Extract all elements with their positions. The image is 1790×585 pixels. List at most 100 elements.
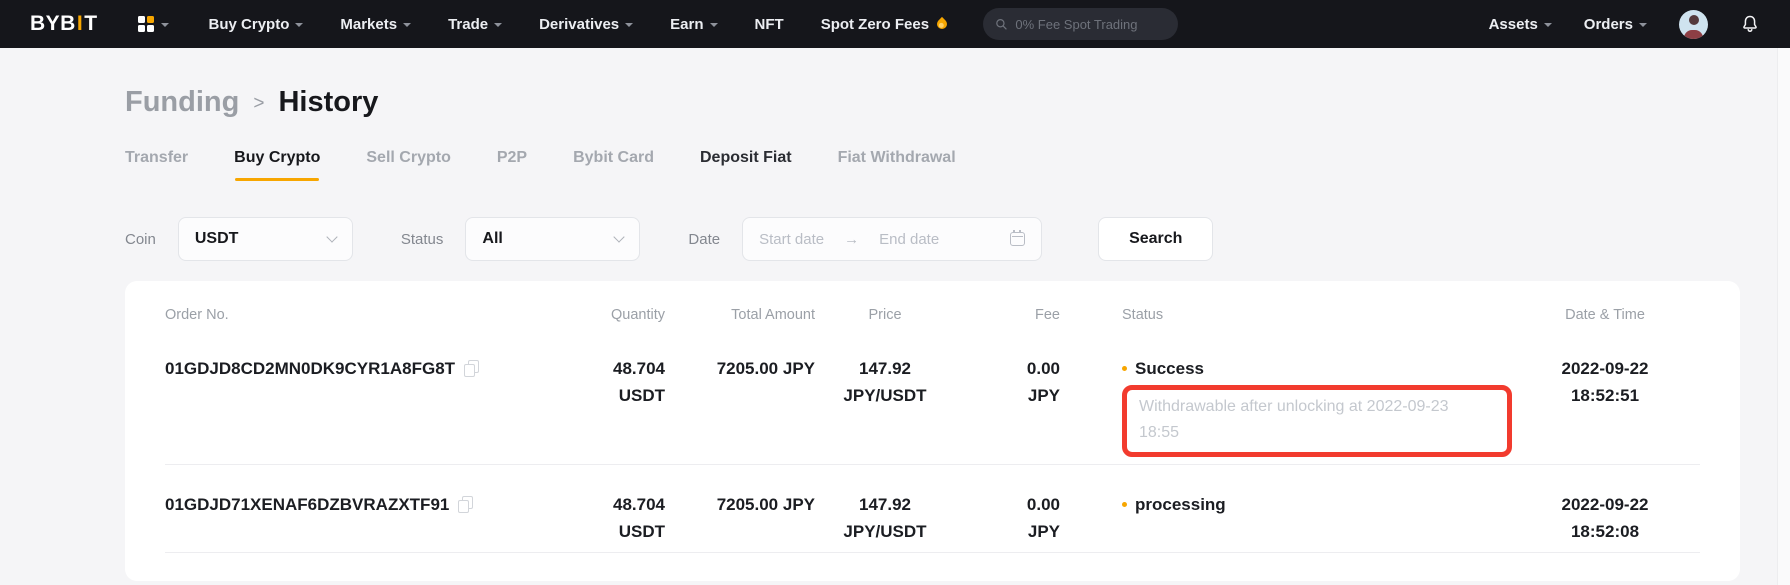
tab-fiat-withdrawal[interactable]: Fiat Withdrawal — [838, 149, 956, 181]
nav-label: Buy Crypto — [209, 16, 290, 33]
tab-transfer[interactable]: Transfer — [125, 149, 188, 181]
table-row: 01GDJD71XENAF6DZBVRAZXTF91 48.704 USDT 7… — [125, 465, 1740, 553]
nav-item-buy-crypto[interactable]: Buy Crypto — [209, 16, 304, 33]
total-amount-cell: 7205.00 JPY — [665, 355, 815, 382]
caret-down-icon — [625, 23, 633, 27]
bybit-logo[interactable]: BYBIT — [30, 12, 98, 36]
nav-item-spot-zero-fees[interactable]: Spot Zero Fees — [821, 16, 947, 33]
nav-label: Assets — [1489, 16, 1538, 33]
nav-label: Markets — [340, 16, 397, 33]
breadcrumb-funding[interactable]: Funding — [125, 86, 239, 119]
breadcrumb: Funding > History — [125, 86, 1740, 119]
nav-label: Derivatives — [539, 16, 619, 33]
nav-item-earn[interactable]: Earn — [670, 16, 717, 33]
coin-filter-label: Coin — [125, 231, 156, 248]
nav-item-assets[interactable]: Assets — [1489, 16, 1552, 33]
tab-deposit-fiat[interactable]: Deposit Fiat — [700, 149, 792, 181]
quantity-cell: 48.704 USDT — [565, 355, 665, 409]
chevron-down-icon — [614, 231, 625, 242]
caret-down-icon — [1639, 23, 1647, 27]
header-status: Status — [1060, 307, 1510, 323]
quantity-cell: 48.704 USDT — [565, 491, 665, 545]
price-value: 147.92 — [815, 355, 955, 382]
caret-down-icon — [403, 23, 411, 27]
nav-item-derivatives[interactable]: Derivatives — [539, 16, 633, 33]
nav-search-input[interactable] — [1015, 17, 1166, 32]
nav-item-nft[interactable]: NFT — [755, 16, 784, 33]
nav-search-box[interactable] — [983, 8, 1178, 40]
order-no-value: 01GDJD71XENAF6DZBVRAZXTF91 — [165, 491, 449, 518]
range-arrow-icon: → — [844, 231, 859, 248]
price-unit: JPY/USDT — [815, 518, 955, 545]
status-filter-label: Status — [401, 231, 444, 248]
fee-unit: JPY — [955, 518, 1060, 545]
fee-value: 0.00 — [955, 491, 1060, 518]
copy-icon[interactable] — [464, 360, 479, 377]
tab-buy-crypto[interactable]: Buy Crypto — [234, 149, 320, 181]
tab-p2p[interactable]: P2P — [497, 149, 527, 181]
price-value: 147.92 — [815, 491, 955, 518]
table-header-row: Order No. Quantity Total Amount Price Fe… — [125, 281, 1740, 329]
date-value: 2022-09-22 — [1510, 491, 1700, 518]
nav-right: Assets Orders — [1489, 10, 1760, 39]
date-value: 2022-09-22 — [1510, 355, 1700, 382]
top-navbar: BYBIT Buy Crypto Markets Trade Derivativ… — [0, 0, 1790, 48]
nav-item-orders[interactable]: Orders — [1584, 16, 1647, 33]
header-price: Price — [815, 307, 955, 323]
filter-bar: Coin USDT Status All Date Start date → E… — [125, 217, 1740, 261]
search-button[interactable]: Search — [1098, 217, 1213, 261]
header-order-no: Order No. — [165, 307, 565, 323]
nav-label: NFT — [755, 16, 784, 33]
time-value: 18:52:08 — [1510, 518, 1700, 545]
nav-item-markets[interactable]: Markets — [340, 16, 411, 33]
history-tabs: Transfer Buy Crypto Sell Crypto P2P Bybi… — [125, 149, 1740, 181]
fee-value: 0.00 — [955, 355, 1060, 382]
tab-sell-crypto[interactable]: Sell Crypto — [366, 149, 450, 181]
total-amount-cell: 7205.00 JPY — [665, 491, 815, 518]
caret-down-icon — [710, 23, 718, 27]
page-content: Funding > History Transfer Buy Crypto Se… — [0, 86, 1790, 581]
calendar-icon — [1010, 232, 1025, 246]
page-title: History — [278, 86, 378, 119]
order-no-cell: 01GDJD8CD2MN0DK9CYR1A8FG8T — [165, 355, 565, 382]
header-date-time: Date & Time — [1510, 307, 1700, 323]
date-filter-label: Date — [688, 231, 720, 248]
date-time-cell: 2022-09-22 18:52:51 — [1510, 355, 1700, 409]
status-dot-icon — [1122, 502, 1127, 507]
status-select-value: All — [482, 230, 615, 248]
status-select[interactable]: All — [465, 217, 640, 261]
date-range-picker[interactable]: Start date → End date — [742, 217, 1042, 261]
price-unit: JPY/USDT — [815, 382, 955, 409]
start-date-placeholder: Start date — [759, 231, 824, 248]
header-fee: Fee — [955, 307, 1060, 323]
status-cell: processing — [1060, 491, 1510, 518]
annotation-highlight-box: Withdrawable after unlocking at 2022-09-… — [1122, 385, 1512, 457]
status-value: processing — [1135, 491, 1226, 518]
apps-grid-icon — [138, 16, 154, 32]
fee-unit: JPY — [955, 382, 1060, 409]
status-dot-icon — [1122, 366, 1127, 371]
coin-select[interactable]: USDT — [178, 217, 353, 261]
scrollbar-track[interactable] — [1777, 48, 1790, 585]
nav-label: Trade — [448, 16, 488, 33]
date-time-cell: 2022-09-22 18:52:08 — [1510, 491, 1700, 545]
order-no-value: 01GDJD8CD2MN0DK9CYR1A8FG8T — [165, 355, 455, 382]
caret-down-icon — [494, 23, 502, 27]
caret-down-icon — [161, 23, 169, 27]
price-cell: 147.92 JPY/USDT — [815, 491, 955, 545]
user-avatar[interactable] — [1679, 10, 1708, 39]
nav-label: Orders — [1584, 16, 1633, 33]
notification-bell-icon[interactable] — [1740, 14, 1760, 34]
fee-cell: 0.00 JPY — [955, 491, 1060, 545]
copy-icon[interactable] — [458, 496, 473, 513]
nav-item-trade[interactable]: Trade — [448, 16, 502, 33]
status-value: Success — [1135, 355, 1204, 382]
status-line: Success — [1122, 355, 1510, 382]
tab-bybit-card[interactable]: Bybit Card — [573, 149, 654, 181]
header-quantity: Quantity — [565, 307, 665, 323]
flame-icon — [935, 17, 949, 31]
table-row: 01GDJD8CD2MN0DK9CYR1A8FG8T 48.704 USDT 7… — [125, 329, 1740, 465]
apps-menu-button[interactable] — [138, 16, 169, 32]
status-cell: Success Withdrawable after unlocking at … — [1060, 355, 1510, 457]
header-total-amount: Total Amount — [665, 307, 815, 323]
